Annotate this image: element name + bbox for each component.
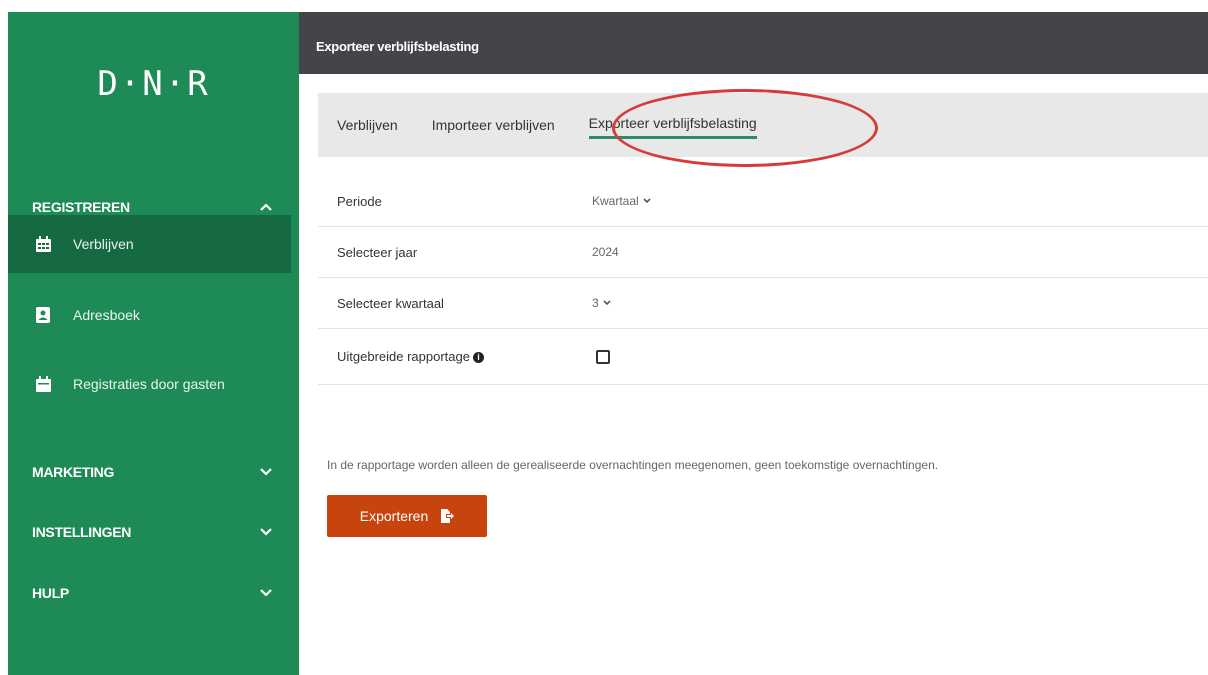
periode-select[interactable]: Kwartaal <box>592 194 651 208</box>
sidebar-item-label: Registraties door gasten <box>73 376 225 392</box>
logo: D·N·R <box>97 64 210 104</box>
section-instellingen[interactable]: INSTELLINGEN <box>8 512 299 552</box>
chevron-down-icon <box>259 586 273 600</box>
kwartaal-label: Selecteer kwartaal <box>337 295 444 311</box>
sidebar-item-registraties[interactable]: Registraties door gasten <box>8 355 291 413</box>
chevron-down-icon <box>259 525 273 539</box>
section-instellingen-label: INSTELLINGEN <box>32 524 132 540</box>
form-row-periode: Periode Kwartaal <box>318 176 1208 227</box>
section-registreren-label: REGISTREREN <box>32 199 130 215</box>
calendar-icon <box>35 376 51 392</box>
sidebar: D·N·R REGISTREREN Verblijven Adresboek R… <box>8 12 299 675</box>
chevron-down-icon <box>643 198 651 204</box>
tab-exporteer-verblijfsbelasting[interactable]: Exporteer verblijfsbelasting <box>588 115 757 139</box>
section-hulp-label: HULP <box>32 585 69 601</box>
tab-verblijven[interactable]: Verblijven <box>337 117 398 133</box>
export-form: Periode Kwartaal Selecteer jaar 2024 Sel… <box>318 176 1208 385</box>
chevron-down-icon <box>603 300 611 306</box>
chevron-down-icon <box>259 465 273 479</box>
chevron-up-icon <box>259 200 273 214</box>
section-hulp[interactable]: HULP <box>8 573 299 613</box>
section-marketing-label: MARKETING <box>32 464 115 480</box>
uitgebreid-label: Uitgebreide rapportage i <box>337 349 484 364</box>
address-book-icon <box>35 307 51 323</box>
jaar-label: Selecteer jaar <box>337 244 418 260</box>
sidebar-item-label: Verblijven <box>73 236 134 252</box>
export-button[interactable]: Exporteren <box>327 495 487 537</box>
form-row-kwartaal: Selecteer kwartaal 3 <box>318 278 1208 329</box>
form-row-jaar: Selecteer jaar 2024 <box>318 227 1208 278</box>
periode-value: Kwartaal <box>592 194 639 208</box>
periode-label: Periode <box>337 193 382 209</box>
form-row-uitgebreid: Uitgebreide rapportage i <box>318 329 1208 385</box>
page-title: Exporteer verblijfsbelasting <box>316 39 479 54</box>
calendar-icon <box>35 236 51 252</box>
tab-bar: Verblijven Importeer verblijven Exportee… <box>318 93 1208 157</box>
sidebar-item-verblijven[interactable]: Verblijven <box>8 215 291 273</box>
file-export-icon <box>441 509 455 523</box>
sidebar-item-adresboek[interactable]: Adresboek <box>8 286 291 344</box>
kwartaal-select[interactable]: 3 <box>592 296 611 310</box>
uitgebreid-checkbox[interactable] <box>596 349 610 364</box>
kwartaal-value: 3 <box>592 296 599 310</box>
page-title-bar: Exporteer verblijfsbelasting <box>299 12 1208 74</box>
tab-importeer-verblijven[interactable]: Importeer verblijven <box>432 117 555 133</box>
export-button-label: Exporteren <box>359 508 429 524</box>
uitgebreid-label-text: Uitgebreide rapportage <box>337 349 470 364</box>
jaar-input[interactable]: 2024 <box>592 245 619 259</box>
sidebar-item-label: Adresboek <box>73 307 140 323</box>
info-icon[interactable]: i <box>472 352 484 364</box>
section-marketing[interactable]: MARKETING <box>8 452 299 492</box>
info-note: In de rapportage worden alleen de gereal… <box>327 458 939 472</box>
